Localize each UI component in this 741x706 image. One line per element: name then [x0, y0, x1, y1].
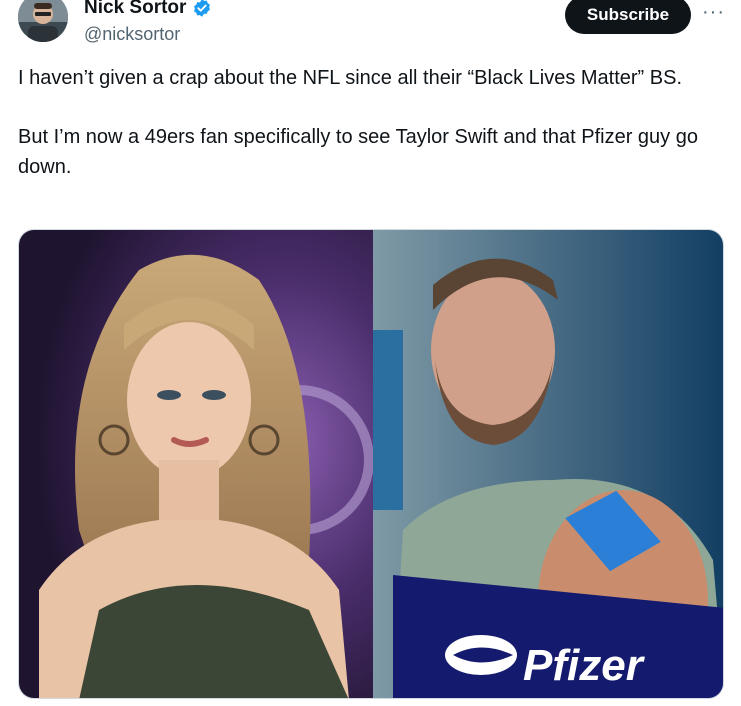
- photo-woman-image: [19, 230, 373, 698]
- tweet-text: I haven’t given a crap about the NFL sin…: [18, 63, 718, 182]
- tweet-paragraph: I haven’t given a crap about the NFL sin…: [18, 67, 683, 89]
- photo-left[interactable]: [19, 230, 373, 698]
- photo-right[interactable]: Pfizer: [373, 230, 723, 698]
- verified-badge-icon[interactable]: [192, 0, 212, 18]
- author-name-row: Nick Sortor: [84, 0, 212, 20]
- avatar[interactable]: [18, 0, 68, 42]
- pfizer-logo-text: Pfizer: [523, 641, 646, 690]
- pfizer-logo-mark: [445, 635, 517, 675]
- media-grid: Pfizer: [18, 229, 724, 699]
- avatar-image: [18, 0, 68, 42]
- more-options-icon[interactable]: ···: [702, 2, 725, 22]
- author-handle[interactable]: @nicksortor: [84, 22, 180, 46]
- photo-man-pfizer-image: Pfizer: [373, 230, 723, 698]
- display-name[interactable]: Nick Sortor: [84, 0, 186, 20]
- tweet-paragraph: But I’m now a 49ers fan specifically to …: [18, 126, 698, 178]
- subscribe-button[interactable]: Subscribe: [565, 0, 691, 34]
